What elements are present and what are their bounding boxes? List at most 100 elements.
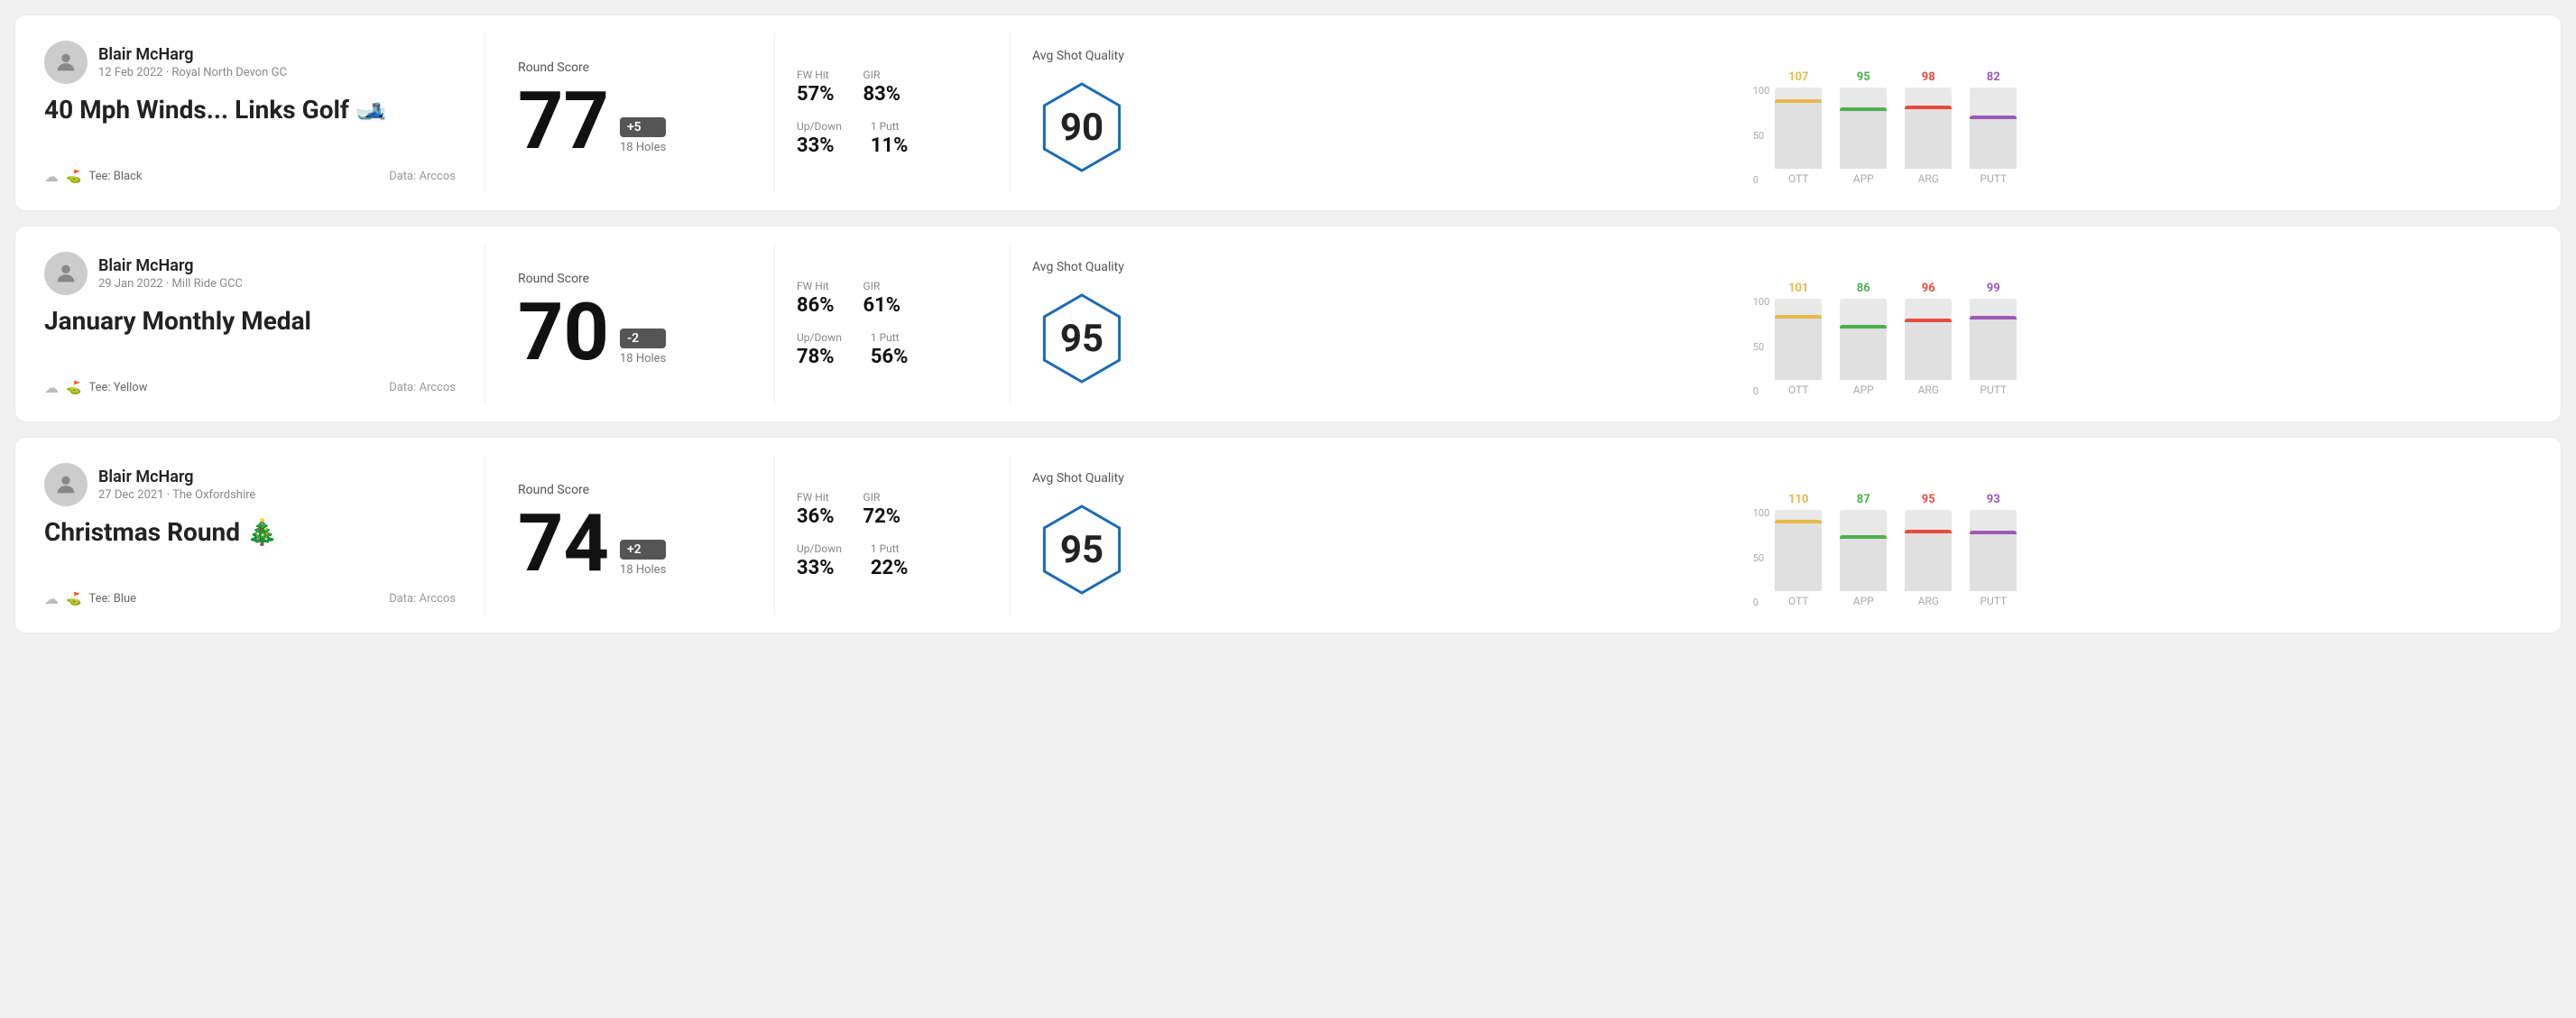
one-putt-stat: 1 Putt 11%: [871, 120, 909, 157]
fw-hit-value: 57%: [797, 83, 835, 106]
avatar: [44, 41, 88, 84]
bar-label: APP: [1853, 595, 1874, 607]
one-putt-value: 22%: [871, 557, 909, 579]
round-card-1: Blair McHarg 12 Feb 2022 · Royal North D…: [14, 14, 2562, 211]
fw-hit-stat: FW Hit 36%: [797, 491, 835, 528]
card-score-section: Round Score 74 +2 18 Holes: [485, 438, 774, 633]
avatar: [44, 463, 88, 506]
hexagon: 90: [1032, 78, 1131, 177]
hexagon: 95: [1032, 289, 1131, 388]
stats-row-1: FW Hit 57% GIR 83%: [797, 69, 988, 106]
bar-group: 93 PUTT: [1970, 493, 2017, 607]
fw-hit-value: 86%: [797, 294, 835, 317]
card-chart: 100500110OTT87APP95ARG93PUTT: [1227, 438, 2561, 633]
fw-hit-label: FW Hit: [797, 69, 835, 81]
data-source: Data: Arccos: [389, 592, 456, 606]
bar-value: 99: [1987, 282, 2000, 295]
bar-label: APP: [1853, 172, 1874, 185]
one-putt-value: 11%: [871, 134, 909, 157]
holes-label: 18 Holes: [620, 563, 666, 577]
updown-stat: Up/Down 33%: [797, 542, 842, 579]
card-chart: 100500107OTT95APP98ARG82PUTT: [1227, 15, 2561, 210]
fw-hit-label: FW Hit: [797, 280, 835, 292]
weather-icon: ☁: [44, 590, 59, 607]
bar-label: APP: [1853, 384, 1874, 396]
hex-score: 90: [1060, 106, 1103, 150]
bar-value: 107: [1788, 70, 1808, 84]
score-number: 70: [518, 293, 609, 373]
date-course: 27 Dec 2021 · The Oxfordshire: [98, 488, 255, 502]
bar-group: 110OTT: [1775, 493, 1822, 607]
card-quality: Avg Shot Quality 95: [1011, 438, 1227, 633]
fw-hit-value: 36%: [797, 505, 835, 528]
one-putt-stat: 1 Putt 56%: [871, 331, 909, 368]
round-title: January Monthly Medal: [44, 306, 456, 336]
stats-row-2: Up/Down 78% 1 Putt 56%: [797, 331, 988, 368]
bar-group: 82PUTT: [1970, 70, 2017, 185]
round-score-label: Round Score: [518, 483, 742, 497]
card-quality: Avg Shot Quality 95: [1011, 227, 1227, 421]
card-stats: FW Hit 36% GIR 72% Up/Down 33% 1 Putt 22…: [775, 438, 1010, 633]
card-score-section: Round Score 70 -2 18 Holes: [485, 227, 774, 421]
updown-value: 78%: [797, 346, 842, 368]
bar-label: PUTT: [1980, 384, 2007, 396]
weather-icon: ☁: [44, 168, 59, 185]
card-bottom: ☁ ⛳ Tee: Yellow Data: Arccos: [44, 379, 456, 396]
tee-label: Tee: Blue: [88, 592, 136, 606]
bar-group: 86 APP: [1840, 282, 1887, 396]
card-left-2: Blair McHarg 29 Jan 2022 · Mill Ride GCC…: [15, 227, 485, 421]
hexagon: 95: [1032, 500, 1131, 599]
score-number: 77: [518, 82, 609, 162]
holes-label: 18 Holes: [620, 352, 666, 366]
bag-icon: ⛳: [66, 381, 81, 395]
card-score-section: Round Score 77 +5 18 Holes: [485, 15, 774, 210]
user-name: Blair McHarg: [98, 45, 287, 64]
bar-value: 82: [1987, 70, 2000, 84]
updown-label: Up/Down: [797, 542, 842, 555]
user-info: Blair McHarg 12 Feb 2022 · Royal North D…: [98, 45, 287, 79]
hex-score: 95: [1060, 528, 1103, 572]
bar-label: PUTT: [1980, 595, 2007, 607]
user-info: Blair McHarg 27 Dec 2021 · The Oxfordshi…: [98, 467, 255, 502]
bar-group: 98ARG: [1905, 70, 1952, 185]
card-left-3: Blair McHarg 27 Dec 2021 · The Oxfordshi…: [15, 438, 485, 633]
tee-label: Tee: Yellow: [88, 381, 147, 394]
bar-group: 96ARG: [1905, 282, 1952, 396]
one-putt-value: 56%: [871, 346, 909, 368]
bar-label: ARG: [1918, 172, 1939, 185]
score-row: 77 +5 18 Holes: [518, 82, 742, 162]
card-stats: FW Hit 86% GIR 61% Up/Down 78% 1 Putt 56…: [775, 227, 1010, 421]
gir-value: 72%: [863, 505, 901, 528]
bar-value: 95: [1857, 70, 1870, 84]
one-putt-label: 1 Putt: [871, 542, 909, 555]
tee-info: ☁ ⛳ Tee: Black: [44, 168, 142, 185]
data-source: Data: Arccos: [389, 381, 456, 394]
gir-value: 83%: [863, 83, 901, 106]
stats-row-2: Up/Down 33% 1 Putt 11%: [797, 120, 988, 157]
score-modifier-badge: +5: [620, 117, 666, 137]
updown-stat: Up/Down 78%: [797, 331, 842, 368]
hex-score: 95: [1060, 317, 1103, 361]
gir-stat: GIR 61%: [863, 280, 901, 317]
date-course: 12 Feb 2022 · Royal North Devon GC: [98, 66, 287, 79]
round-card-3: Blair McHarg 27 Dec 2021 · The Oxfordshi…: [14, 437, 2562, 634]
bar-label: ARG: [1918, 384, 1939, 396]
bar-value: 93: [1987, 493, 2000, 506]
weather-icon: ☁: [44, 379, 59, 396]
holes-label: 18 Holes: [620, 141, 666, 154]
gir-stat: GIR 72%: [863, 491, 901, 528]
fw-hit-stat: FW Hit 86%: [797, 280, 835, 317]
bar-label: OTT: [1788, 595, 1809, 607]
bar-group: 107OTT: [1775, 70, 1822, 185]
updown-stat: Up/Down 33%: [797, 120, 842, 157]
bar-group: 95 APP: [1840, 70, 1887, 185]
card-bottom: ☁ ⛳ Tee: Black Data: Arccos: [44, 168, 456, 185]
bar-group: 95ARG: [1905, 493, 1952, 607]
quality-label: Avg Shot Quality: [1032, 49, 1124, 63]
bar-label: OTT: [1788, 384, 1809, 396]
bar-value: 86: [1857, 282, 1870, 295]
bar-value: 101: [1788, 282, 1808, 295]
tee-label: Tee: Black: [88, 170, 142, 183]
one-putt-stat: 1 Putt 22%: [871, 542, 909, 579]
updown-label: Up/Down: [797, 331, 842, 344]
